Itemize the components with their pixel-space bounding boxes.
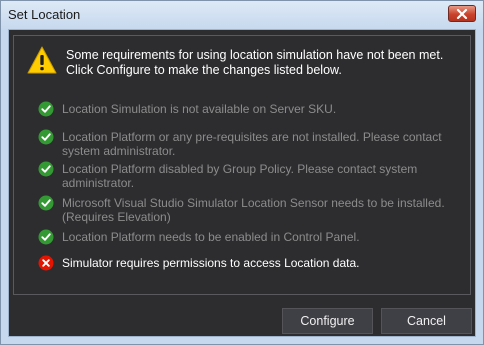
check-circle-icon xyxy=(38,101,54,117)
check-circle-icon xyxy=(38,195,54,211)
configure-button[interactable]: Configure xyxy=(282,308,373,334)
requirement-item: Location Platform or any pre-requisites … xyxy=(38,129,448,158)
requirement-text: Simulator requires permissions to access… xyxy=(62,256,360,270)
requirement-text: Location Platform needs to be enabled in… xyxy=(62,230,360,244)
title-bar[interactable]: Set Location xyxy=(1,1,483,29)
window-title: Set Location xyxy=(8,7,81,22)
requirement-item: Microsoft Visual Studio Simulator Locati… xyxy=(38,195,448,224)
close-button[interactable] xyxy=(448,5,476,22)
check-circle-icon xyxy=(38,129,54,145)
dialog-window: Set Location Some requirements for using… xyxy=(0,0,484,345)
error-circle-icon xyxy=(38,255,54,271)
close-icon xyxy=(456,8,468,19)
requirement-item: Simulator requires permissions to access… xyxy=(38,255,448,271)
dialog-body: Some requirements for using location sim… xyxy=(8,29,476,337)
requirement-text: Microsoft Visual Studio Simulator Locati… xyxy=(62,196,445,224)
requirements-panel: Some requirements for using location sim… xyxy=(13,35,471,295)
check-circle-icon xyxy=(38,229,54,245)
requirement-item: Location Platform disabled by Group Poli… xyxy=(38,161,448,190)
requirement-text: Location Simulation is not available on … xyxy=(62,102,337,116)
requirement-text: Location Platform disabled by Group Poli… xyxy=(62,162,418,190)
check-circle-icon xyxy=(38,161,54,177)
requirement-item: Location Platform needs to be enabled in… xyxy=(38,229,448,245)
warning-icon xyxy=(27,46,57,74)
cancel-button[interactable]: Cancel xyxy=(381,308,472,334)
requirements-message: Some requirements for using location sim… xyxy=(66,48,444,77)
requirement-text: Location Platform or any pre-requisites … xyxy=(62,130,442,158)
requirement-item: Location Simulation is not available on … xyxy=(38,101,448,117)
